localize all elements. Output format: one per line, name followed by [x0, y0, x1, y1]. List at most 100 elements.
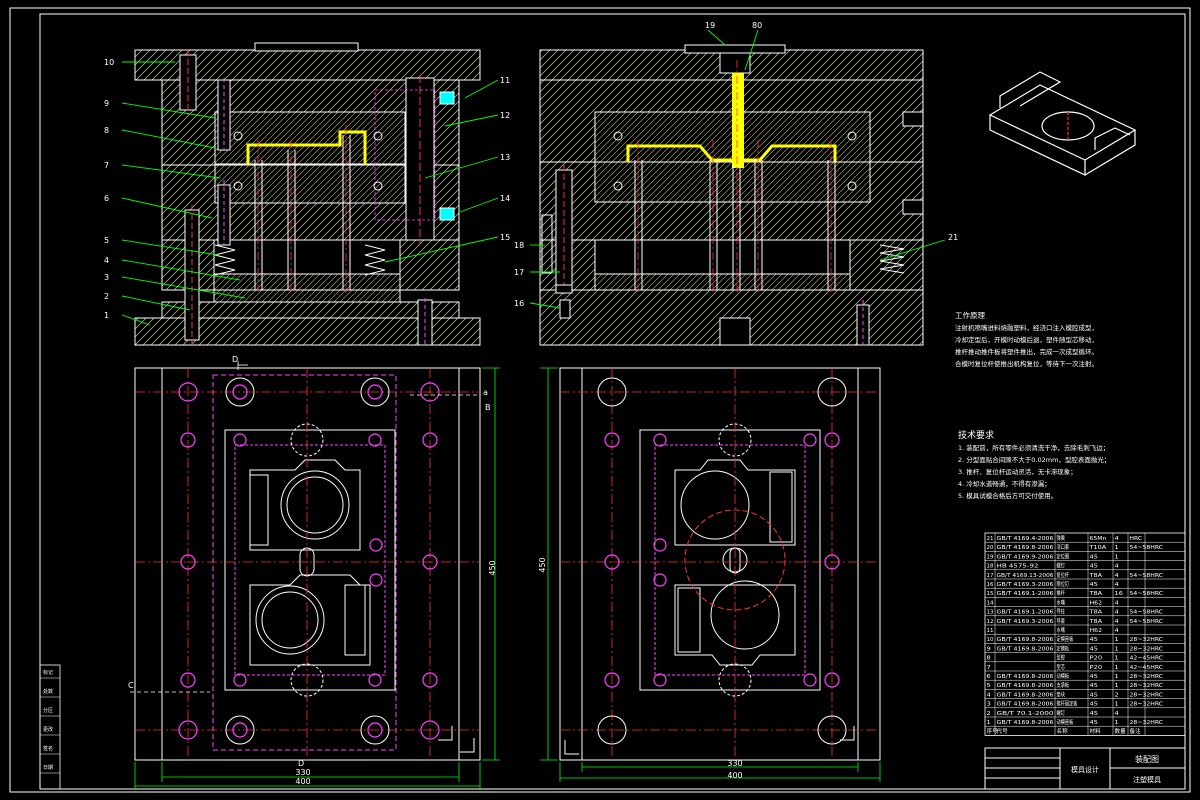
mark-d-top: D: [232, 355, 238, 364]
bom-cell: 28~32HRC: [1130, 692, 1164, 698]
bom-cell: 型腔: [1057, 654, 1066, 662]
bom-cell: 42~45HRC: [1130, 665, 1164, 671]
bom-cell: 螺钉: [1057, 562, 1066, 570]
bom-cell: 4: [1115, 573, 1120, 579]
bom-cell: 定位圈: [1057, 552, 1070, 560]
bom-cell: T8A: [1088, 591, 1102, 597]
bom-cell: 浇口套: [1057, 543, 1070, 551]
callout-label: 80: [752, 21, 762, 30]
revision-box: 标记处数分区更改签名日期: [39, 664, 61, 790]
bom-header-cell: 代号: [997, 727, 1009, 735]
callout-label: 15: [500, 233, 510, 242]
bom-cell: GB/T 4169.8-2006: [997, 674, 1054, 680]
bom-cell: 18: [987, 564, 994, 570]
bom-cell: 4: [1115, 536, 1120, 542]
bom-cell: 3: [987, 702, 992, 708]
revision-label: 更改: [43, 726, 53, 733]
bom-header-cell: 备注: [1130, 727, 1142, 735]
bom-cell: GB/T 4169.8-2006: [997, 646, 1054, 652]
callout-label: 3: [104, 273, 109, 282]
dimension-labels: 330 400 450 330 400 450 D D C B a: [128, 355, 743, 786]
callout-label: 16: [514, 299, 524, 308]
revision-label: 日期: [43, 765, 53, 771]
mark-d-bottom: D: [298, 759, 304, 768]
bom-cell: 12: [987, 619, 994, 625]
mark-a: a: [483, 388, 488, 397]
bom-cell: H62: [1090, 628, 1103, 634]
right-plan-view: [540, 367, 881, 782]
right-section-view: [539, 44, 924, 346]
bom-cell: 定模板: [1057, 644, 1070, 652]
bom-cell: 1: [987, 720, 992, 726]
bom-cell: 13: [987, 610, 994, 616]
bom-cell: 45: [1090, 646, 1099, 652]
bom-table: 21 GB/T 4169.4-2006 弹簧 65Mn 4 HRC20 GB/T 4169.…: [984, 532, 1186, 736]
bom-cell: GB/T 4169.8-2006: [997, 702, 1054, 708]
bom-cell: 7: [987, 665, 992, 671]
bom-cell: 1: [1115, 702, 1120, 708]
bom-cell: 1: [1115, 674, 1120, 680]
bom-cell: 54~58HRC: [1130, 545, 1164, 551]
callout-label: 4: [104, 256, 109, 265]
mark-b: B: [485, 403, 491, 412]
callout-label: 1: [104, 311, 109, 320]
bom-cell: 54~58HRC: [1130, 610, 1164, 616]
revision-label: 标记: [43, 669, 53, 676]
bom-cell: 4: [1115, 582, 1120, 588]
left-section-view: [134, 42, 481, 346]
bom-cell: 螺钉: [1057, 709, 1066, 717]
bom-cell: 54~58HRC: [1130, 591, 1164, 597]
title-block: 装配图 注塑模具 模具设计: [984, 747, 1186, 790]
bom-cell: T8A: [1088, 573, 1102, 579]
bom-cell: GB/T 4169.8-2006: [997, 683, 1054, 689]
bom-cell: 1: [1115, 683, 1120, 689]
dim-left-inner: 330: [295, 768, 310, 777]
bom-cell: 54~58HRC: [1130, 619, 1164, 625]
bom-cell: T8A: [1088, 610, 1102, 616]
dim-left-height: 450: [488, 560, 497, 575]
work-line: 合模时复位杆使推出机构复位，等待下一次注射。: [955, 359, 1098, 368]
bom-header-cell: 名称: [1057, 727, 1069, 735]
callout-label: 21: [948, 233, 958, 242]
bom-cell: 28~32HRC: [1130, 646, 1164, 652]
bom-cell: GB/T 4169.9-2006: [997, 554, 1054, 560]
tech-line: 2. 分型面贴合间隙不大于0.02mm，型腔表面抛光；: [958, 455, 1110, 464]
bom-cell: 4: [1115, 711, 1120, 717]
bom-cell: GB/T 4169.13-2006: [997, 573, 1054, 579]
bom-cell: GB/T 4169.8-2006: [997, 545, 1054, 551]
bom-header-cell: 材料: [1090, 727, 1102, 735]
bom-cell: 16: [1115, 591, 1124, 597]
bom-cell: 45: [1090, 554, 1099, 560]
bom-cell: 20: [987, 545, 994, 551]
bom-cell: 1: [1115, 637, 1120, 643]
bom-cell: 45: [1090, 683, 1099, 689]
bom-cell: 复位杆: [1057, 571, 1070, 579]
bom-cell: 1: [1115, 554, 1120, 560]
bom-cell: 54~58HRC: [1130, 573, 1164, 579]
bom-cell: GB/T 4169.3-2006: [997, 619, 1054, 625]
notes: 工作原理 注射机喷嘴进料熔融塑料，经浇口注入模腔成型， 冷却定型后，开模时动模后…: [955, 310, 1110, 500]
bom-cell: 45: [1090, 582, 1099, 588]
callout-label: 9: [104, 99, 109, 108]
bom-cell: 8: [987, 656, 992, 662]
bom-cell: HB 4575-92: [997, 564, 1039, 570]
bom-cell: 45: [1090, 720, 1099, 726]
dim-right-inner: 330: [727, 759, 742, 768]
work-line: 冷却定型后，开模时动模后退，塑件随型芯移动，: [955, 335, 1098, 344]
callout-label: 7: [104, 161, 109, 170]
bom-cell: 4: [1115, 564, 1120, 570]
bom-cell: 6: [987, 674, 992, 680]
drawing-sub: 注塑模具: [1133, 775, 1161, 784]
bom-cell: GB/T 4169.8-2006: [997, 637, 1054, 643]
isometric-part: [988, 71, 1137, 176]
revision-label: 分区: [43, 707, 53, 714]
callout-label: 19: [705, 21, 715, 30]
bom-cell: 4: [1115, 610, 1120, 616]
tech-line: 5. 模具试模合格后方可交付使用。: [958, 491, 1057, 500]
bom-cell: 推杆固定板: [1057, 700, 1078, 708]
work-title: 工作原理: [955, 310, 985, 320]
bom-cell: 9: [987, 646, 992, 652]
bom-cell: 14: [987, 600, 994, 606]
bom-cell: GB/T 4169.4-2006: [997, 536, 1054, 542]
cad-drawing: 标记处数分区更改签名日期 10987654321111213141519 801…: [9, 7, 1191, 793]
